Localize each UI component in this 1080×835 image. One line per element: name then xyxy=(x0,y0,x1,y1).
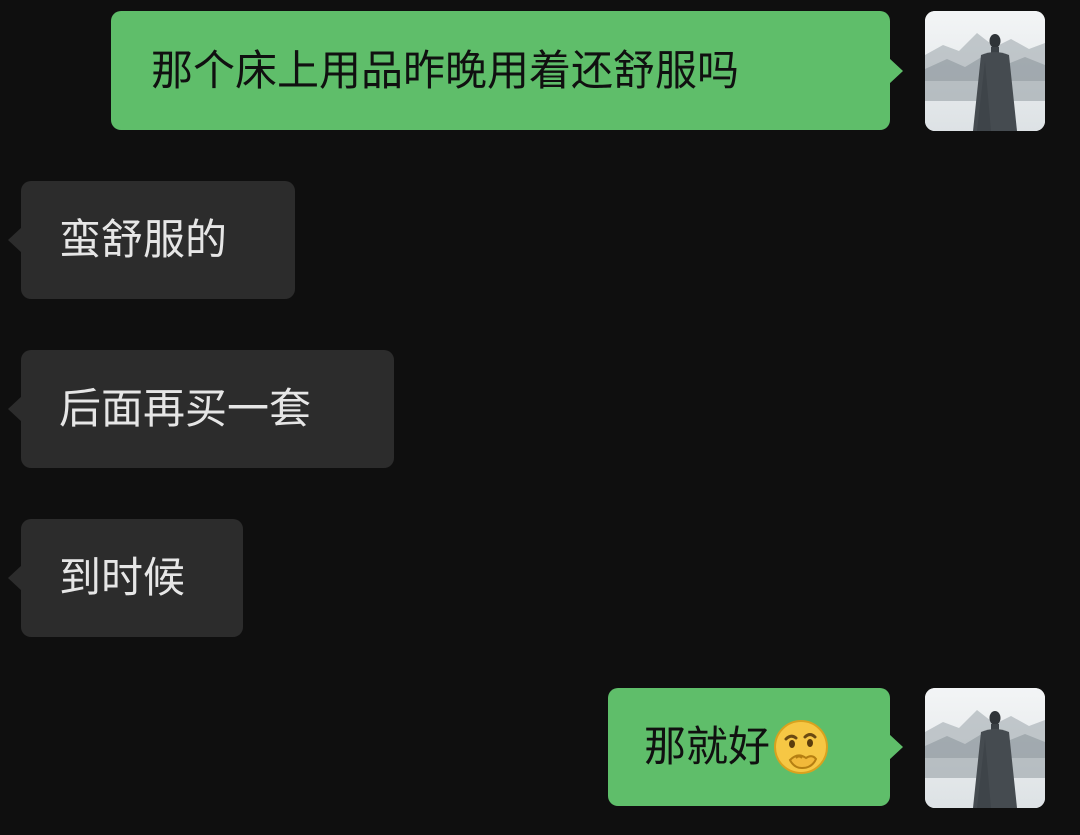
message-text: 蛮舒服的 xyxy=(59,215,228,264)
message-bubble-outgoing[interactable]: 那就好 xyxy=(608,688,903,806)
user-avatar[interactable] xyxy=(925,688,1045,808)
chat-conversation: 那个床上用品昨晚用着还舒服吗 蛮舒服的 后面再买一套 到时候 那就好 xyxy=(0,0,1080,835)
message-bubble-incoming[interactable]: 到时候 xyxy=(8,519,243,637)
message-text: 那个床上用品昨晚用着还舒服吗 xyxy=(151,45,740,95)
user-avatar[interactable] xyxy=(925,11,1045,131)
thinking-emoji-icon xyxy=(772,718,830,776)
message-bubble-incoming[interactable]: 后面再买一套 xyxy=(8,350,394,468)
message-bubble-outgoing[interactable]: 那个床上用品昨晚用着还舒服吗 xyxy=(111,11,903,130)
message-text: 那就好 xyxy=(644,722,771,771)
message-text: 后面再买一套 xyxy=(59,384,312,433)
message-bubble-incoming[interactable]: 蛮舒服的 xyxy=(8,181,295,299)
avatar-image xyxy=(925,11,1045,131)
message-text: 到时候 xyxy=(59,553,186,602)
avatar-image xyxy=(925,688,1045,808)
